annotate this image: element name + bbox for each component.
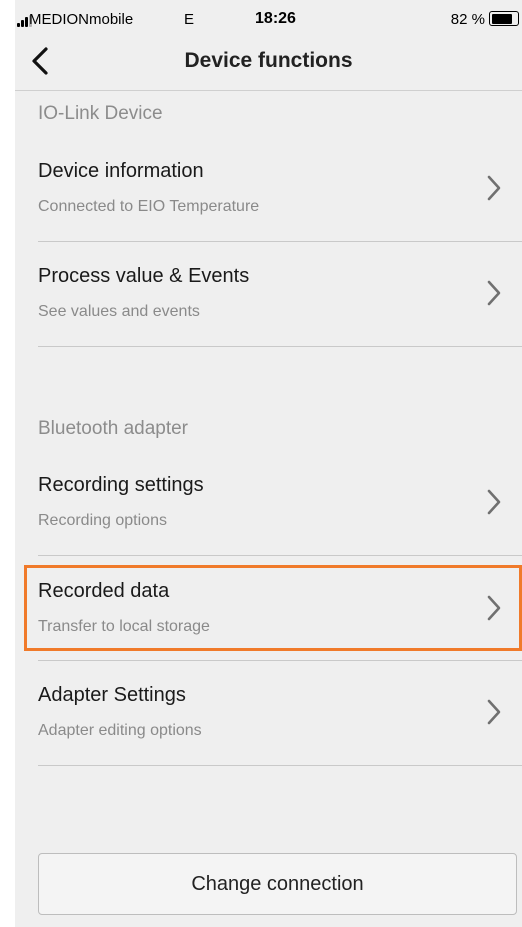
section-header-bluetooth-adapter: Bluetooth adapter: [38, 418, 189, 439]
status-bar: MEDIONmobile E 18:26 82 %: [15, 0, 522, 34]
divider: [38, 765, 522, 766]
chevron-right-icon: [487, 699, 501, 725]
row-process-value-events[interactable]: Process value & Events See values and ev…: [15, 243, 522, 347]
row-subtitle: See values and events: [38, 303, 200, 320]
change-connection-button[interactable]: Change connection: [38, 853, 517, 915]
row-subtitle: Transfer to local storage: [38, 618, 210, 635]
divider: [38, 660, 522, 661]
navigation-bar: Device functions: [15, 34, 522, 91]
row-title: Recorded data: [38, 580, 170, 602]
row-title: Process value & Events: [38, 265, 250, 287]
row-adapter-settings[interactable]: Adapter Settings Adapter editing options: [15, 662, 522, 766]
row-subtitle: Recording options: [38, 512, 167, 529]
status-time-wrap: 18:26: [15, 10, 522, 28]
row-subtitle: Adapter editing options: [38, 722, 202, 739]
divider: [38, 241, 522, 242]
chevron-right-icon: [487, 175, 501, 201]
chevron-right-icon: [487, 489, 501, 515]
row-recorded-data[interactable]: Recorded data Transfer to local storage: [15, 558, 522, 662]
section-header-io-link: IO-Link Device: [38, 103, 163, 124]
row-subtitle: Connected to EIO Temperature: [38, 198, 260, 215]
row-title: Recording settings: [38, 474, 204, 496]
row-title: Adapter Settings: [38, 684, 186, 706]
divider: [38, 346, 522, 347]
battery-percentage: 82 %: [450, 11, 485, 28]
divider: [38, 555, 522, 556]
row-recording-settings[interactable]: Recording settings Recording options: [15, 452, 522, 556]
status-time: 18:26: [255, 10, 296, 27]
page-title: Device functions: [184, 49, 353, 72]
row-title: Device information: [38, 160, 204, 182]
row-device-information[interactable]: Device information Connected to EIO Temp…: [15, 138, 522, 242]
chevron-right-icon: [487, 595, 501, 621]
chevron-right-icon: [487, 280, 501, 306]
app-screen: MEDIONmobile E 18:26 82 % Device functio…: [15, 0, 522, 927]
battery-icon: [489, 11, 519, 26]
